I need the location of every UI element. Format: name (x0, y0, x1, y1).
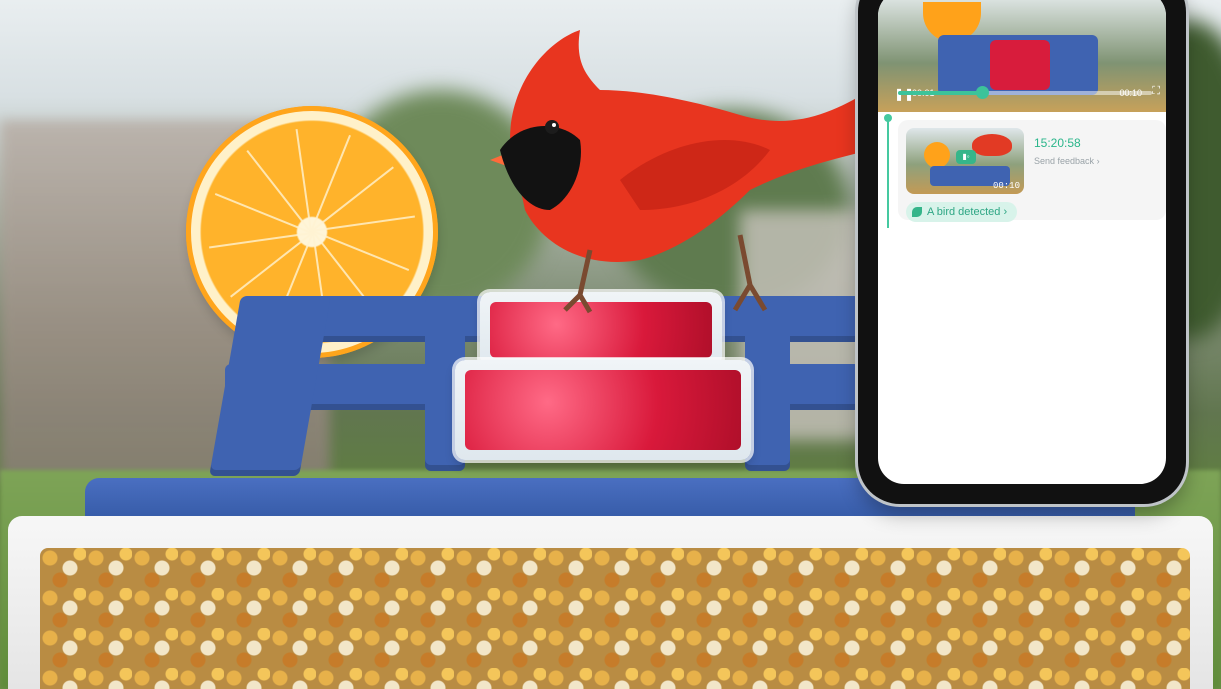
video-jelly (990, 40, 1050, 90)
bird-icon (912, 207, 922, 218)
video-progress-bar[interactable] (898, 86, 1152, 99)
send-feedback-link[interactable]: Send feedback › (1034, 156, 1100, 166)
event-time: 15:20:58 (1034, 136, 1081, 150)
live-video-player[interactable]: ❚❚ 00:01 00:10 ⛶ (878, 0, 1166, 112)
bird-detected-chip[interactable]: A bird detected › (906, 202, 1018, 222)
chevron-right-icon: › (1096, 156, 1100, 166)
cardinal-bird-image (490, 30, 870, 314)
fullscreen-icon[interactable]: ⛶ (1152, 85, 1160, 98)
detection-event-card[interactable]: ▮◦ 00:10 15:20:58 Send feedback › A bird… (898, 120, 1166, 222)
event-timeline (887, 118, 889, 228)
product-scene: ❚❚ 00:01 00:10 ⛶ ▮◦ 00:10 1 (0, 0, 1221, 689)
event-thumbnail[interactable]: ▮◦ 00:10 (906, 128, 1024, 194)
chevron-right-icon: › (1003, 206, 1008, 218)
thumbnail-duration: 00:10 (992, 181, 1020, 191)
bird-seed-mix (40, 548, 1190, 689)
phone-screen: ❚❚ 00:01 00:10 ⛶ ▮◦ 00:10 1 (878, 0, 1166, 484)
jelly-cup-bottom (455, 360, 751, 460)
camera-icon: ▮◦ (956, 150, 976, 164)
progress-knob[interactable] (975, 86, 989, 99)
smartphone: ❚❚ 00:01 00:10 ⛶ ▮◦ 00:10 1 (858, 0, 1186, 504)
